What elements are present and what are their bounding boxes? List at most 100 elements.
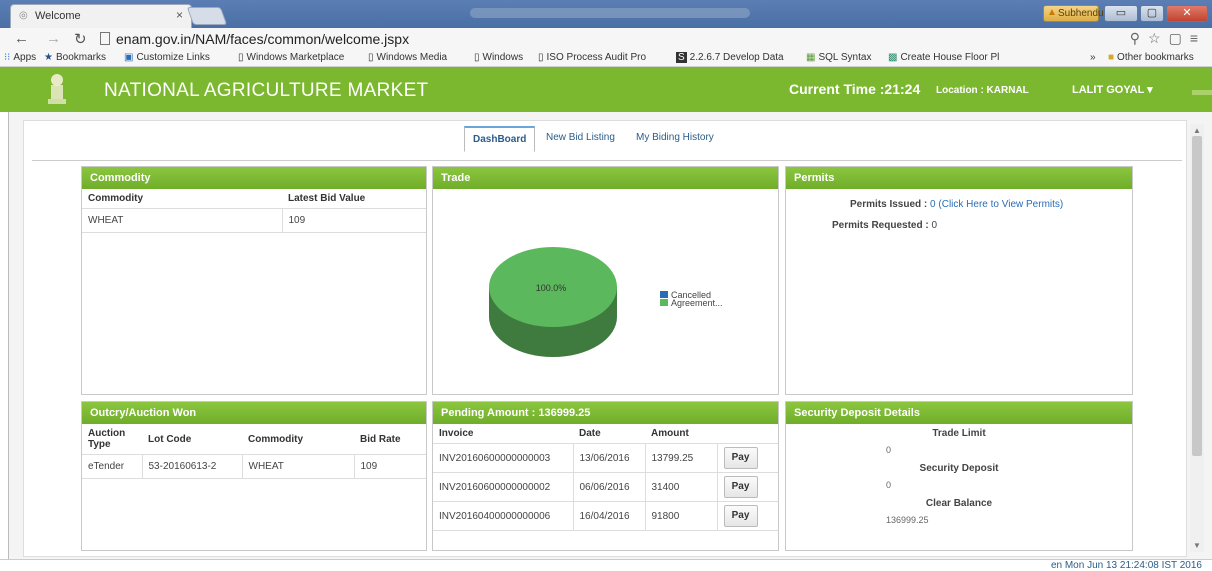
tab-close-icon[interactable]: × xyxy=(176,8,183,22)
security-deposit-value: 0 xyxy=(886,480,892,490)
table-cell: Pay xyxy=(717,501,778,531)
table-header-row: Auction Type Lot Code Commodity Bid Rate xyxy=(82,424,426,455)
tab-my-biding-history[interactable]: My Biding History xyxy=(636,132,714,143)
browser-tab[interactable]: ◎ Welcome × xyxy=(10,4,192,28)
column-header xyxy=(717,424,778,444)
trade-panel: Trade 100.0% Cancelled Agreement... xyxy=(432,166,779,395)
pay-button[interactable]: Pay xyxy=(723,447,758,469)
star-icon[interactable]: ☆ xyxy=(1148,30,1169,46)
bookmark-windows[interactable]: ▯ Windows xyxy=(474,52,523,63)
scroll-up-icon[interactable]: ▲ xyxy=(1193,126,1201,135)
permits-requested-label: Permits Requested : xyxy=(832,220,929,231)
table-cell: 31400 xyxy=(645,472,718,502)
pending-panel-title: Pending Amount : 136999.25 xyxy=(433,402,778,424)
apps-icon: ⁝⁝ xyxy=(4,52,11,63)
column-header: Commodity xyxy=(82,189,282,209)
table-cell: eTender xyxy=(82,454,143,479)
tab-title: Welcome xyxy=(35,10,81,22)
page-icon: ▯ xyxy=(538,52,544,63)
tab-new-bid-listing[interactable]: New Bid Listing xyxy=(546,132,615,143)
new-tab-button[interactable] xyxy=(186,7,228,25)
extension-icon[interactable]: ▢ xyxy=(1169,30,1190,46)
minimize-button[interactable]: ▭ xyxy=(1104,5,1138,22)
bookmarks-overflow-button[interactable]: » xyxy=(1090,52,1096,63)
bookmark-windows-marketplace[interactable]: ▯ Windows Marketplace xyxy=(238,52,344,63)
s-icon: S xyxy=(676,52,687,63)
pay-button[interactable]: Pay xyxy=(723,476,758,498)
url-text: enam.gov.in/NAM/faces/common/welcome.jsp… xyxy=(116,31,410,47)
menu-toggle-button[interactable] xyxy=(1192,90,1212,95)
table-cell: INV20160600000000003 xyxy=(433,443,574,473)
legend-swatch-agreement xyxy=(660,299,668,306)
user-menu[interactable]: LALIT GOYAL ▾ xyxy=(1072,83,1153,96)
reload-icon[interactable]: ↻ xyxy=(74,30,87,48)
status-bar: en Mon Jun 13 21:24:08 IST 2016 xyxy=(0,559,1212,571)
pay-button[interactable]: Pay xyxy=(723,505,758,527)
security-deposit-label: Security Deposit xyxy=(919,463,999,474)
table-cell: 109 xyxy=(354,454,426,479)
bookmark-bookmarks[interactable]: ★ Bookmarks xyxy=(44,52,106,63)
pie-data-label: 100.0% xyxy=(536,283,567,293)
table-row: INV20160400000000006 16/04/2016 91800 Pa… xyxy=(433,501,778,531)
address-actions: ⚲☆▢≡ xyxy=(1130,30,1206,47)
trade-panel-title: Trade xyxy=(433,167,778,189)
permits-panel-title: Permits xyxy=(786,167,1132,189)
bookmark-windows-media[interactable]: ▯ Windows Media xyxy=(368,52,447,63)
clear-balance-row: Clear Balance 136999.25 xyxy=(786,498,1132,525)
permits-issued-label: Permits Issued : xyxy=(850,199,928,210)
permits-issued-row: Permits Issued : 0 (Click Here to View P… xyxy=(786,199,1132,210)
warning-icon: ▲ xyxy=(1047,7,1057,18)
view-permits-link[interactable]: 0 (Click Here to View Permits) xyxy=(930,199,1063,210)
scroll-thumb[interactable] xyxy=(1192,136,1202,456)
commodity-table: Commodity Latest Bid Value WHEAT 109 xyxy=(82,189,426,233)
table-cell: 13/06/2016 xyxy=(573,443,646,473)
back-icon[interactable]: ← xyxy=(14,30,29,47)
folder-icon: ■ xyxy=(1108,52,1115,63)
table-cell: 53-20160613-2 xyxy=(142,454,243,479)
page-icon: ▯ xyxy=(368,52,374,63)
table-cell: 91800 xyxy=(645,501,718,531)
main-content: DashBoard New Bid Listing My Biding Hist… xyxy=(8,112,1212,559)
scroll-down-icon[interactable]: ▼ xyxy=(1193,541,1201,550)
link-icon: ▣ xyxy=(124,52,134,63)
bookmark-other[interactable]: ■ Other bookmarks xyxy=(1108,52,1194,63)
table-cell: 16/04/2016 xyxy=(573,501,646,531)
bookmark-house-floor[interactable]: ▩ Create House Floor Pl xyxy=(888,52,999,63)
commodity-panel: Commodity Commodity Latest Bid Value WHE… xyxy=(81,166,427,395)
legend-swatch-cancelled xyxy=(660,291,668,298)
table-cell: INV20160400000000006 xyxy=(433,501,574,531)
close-window-button[interactable]: ✕ xyxy=(1166,5,1208,22)
maximize-button[interactable]: ▢ xyxy=(1140,5,1164,22)
key-icon[interactable]: ⚲ xyxy=(1130,30,1148,46)
house-icon: ▩ xyxy=(888,52,898,63)
commodity-panel-title: Commodity xyxy=(82,167,426,189)
table-cell: Pay xyxy=(717,443,778,473)
page-icon: ▯ xyxy=(474,52,480,63)
status-text: en Mon Jun 13 21:24:08 IST 2016 xyxy=(1050,560,1202,571)
profile-badge[interactable]: ▲ Subhendu xyxy=(1043,5,1104,22)
table-row[interactable]: eTender 53-20160613-2 WHEAT 109 xyxy=(82,454,426,479)
table-row: INV20160600000000003 13/06/2016 13799.25… xyxy=(433,443,778,473)
column-header: Commodity xyxy=(242,424,354,455)
table-row[interactable]: WHEAT 109 xyxy=(82,208,426,233)
forward-icon[interactable]: → xyxy=(46,30,61,47)
page-icon: ▯ xyxy=(238,52,244,63)
tab-dashboard[interactable]: DashBoard xyxy=(464,126,536,152)
column-header: Bid Rate xyxy=(354,424,426,455)
table-cell: WHEAT xyxy=(82,208,283,233)
bookmark-iso-process[interactable]: ▯ ISO Process Audit Pro xyxy=(538,52,646,63)
star-icon: ★ xyxy=(44,52,53,63)
page-scrollbar[interactable]: ▲ ▼ xyxy=(1190,124,1204,552)
bookmark-apps[interactable]: ⁝⁝ Apps xyxy=(4,52,36,63)
app-title: NATIONAL AGRICULTURE MARKET xyxy=(104,80,429,101)
trade-pie-chart: 100.0% Cancelled Agreement... xyxy=(489,247,723,357)
security-deposit-row: Security Deposit 0 xyxy=(786,463,1132,490)
table-cell: Pay xyxy=(717,472,778,502)
bookmark-customize-links[interactable]: ▣ Customize Links xyxy=(124,52,210,63)
bookmark-develop-data[interactable]: S 2.2.6.7 Develop Data xyxy=(676,52,784,63)
bookmark-sql-syntax[interactable]: ▦ SQL Syntax xyxy=(806,52,871,63)
auction-table: Auction Type Lot Code Commodity Bid Rate… xyxy=(82,424,426,479)
window-title xyxy=(470,8,750,18)
menu-icon[interactable]: ≡ xyxy=(1190,30,1206,46)
url-field[interactable]: enam.gov.in/NAM/faces/common/welcome.jsp… xyxy=(100,31,409,47)
